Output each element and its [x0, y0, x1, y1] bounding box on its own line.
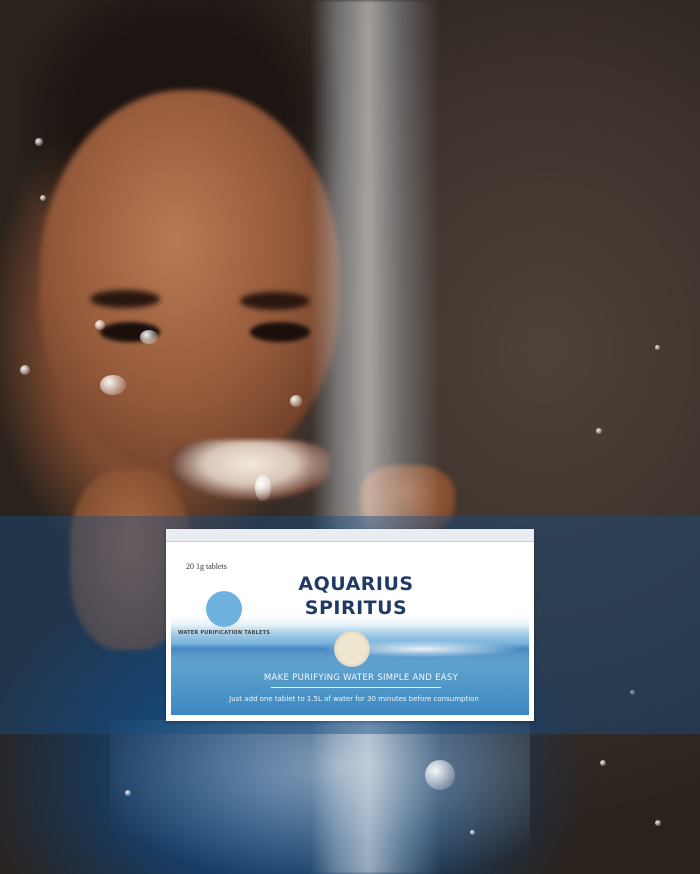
white-tablet-icon	[334, 631, 370, 667]
usage-instructions: Just add one tablet to 1.5L of water for…	[229, 695, 479, 703]
water-droplet	[100, 375, 126, 395]
right-brow	[240, 292, 310, 310]
water-droplet	[655, 820, 661, 826]
tablet-count: 20 1g tablets	[186, 562, 227, 571]
water-splash	[110, 720, 530, 874]
water-droplet	[290, 395, 302, 407]
brand-name-line2: SPIRITUS	[304, 597, 408, 619]
water-droplet	[40, 195, 46, 201]
product-tagline: MAKE PURIFYING WATER SIMPLE AND EASY	[263, 673, 459, 683]
water-droplet	[470, 830, 475, 835]
product-box: 20 1g tablets WATER PURIFICATION TABLETS…	[166, 529, 534, 721]
water-droplet	[125, 790, 131, 796]
blue-tablet-icon	[206, 591, 242, 627]
water-droplet	[600, 760, 606, 766]
box-front: 20 1g tablets WATER PURIFICATION TABLETS…	[171, 543, 529, 715]
water-droplet	[655, 345, 660, 350]
background-photo	[0, 0, 700, 874]
water-droplet	[596, 428, 602, 434]
box-lid	[166, 529, 534, 542]
product-subtitle: WATER PURIFICATION TABLETS	[178, 630, 271, 636]
water-droplet	[140, 330, 158, 344]
water-droplet	[255, 475, 271, 501]
water-droplet	[95, 320, 105, 330]
water-droplet	[35, 138, 43, 146]
right-eye	[250, 322, 310, 342]
divider-line	[271, 687, 441, 688]
left-brow	[90, 290, 160, 308]
water-droplet	[425, 760, 455, 790]
water-droplet	[20, 365, 30, 375]
brand-name-line1: AQUARIUS	[298, 573, 414, 595]
